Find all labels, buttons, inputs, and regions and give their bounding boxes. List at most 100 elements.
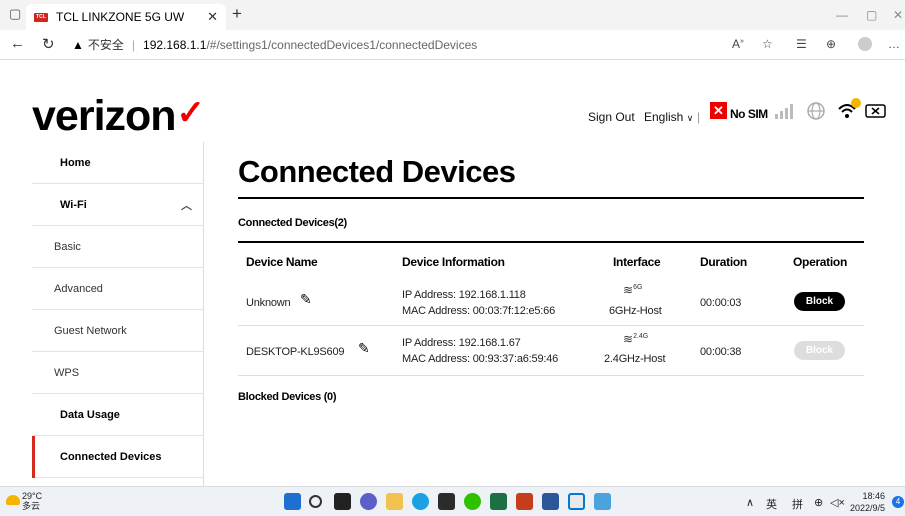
app-icon[interactable] [438, 493, 455, 510]
verizon-logo[interactable]: verizon✓ [32, 92, 205, 141]
favorite-add-icon[interactable]: ☆ [762, 37, 773, 51]
block-button[interactable]: Block [794, 292, 845, 311]
search-icon[interactable] [309, 495, 322, 508]
sidebar-item-label: WPS [54, 366, 80, 379]
restore-icon[interactable]: ▢ [866, 8, 877, 22]
word-icon[interactable] [542, 493, 559, 510]
start-icon[interactable] [284, 493, 301, 510]
chevron-up-icon: ︿ [181, 200, 192, 212]
chevron-down-icon: ∨ [686, 113, 694, 123]
edit-pencil-icon[interactable]: ✎ [300, 291, 312, 308]
edge-icon[interactable] [412, 493, 429, 510]
clock-date: 2022/9/5 [850, 503, 886, 513]
sidebar-item-guest-network[interactable]: Guest Network [32, 310, 204, 352]
tab-actions-icon[interactable]: ▢ [9, 6, 21, 22]
url-host: 192.168.1.1 [143, 37, 207, 52]
device-interface: 2.4GHz-Host [604, 353, 666, 365]
sim-status: No SIM [730, 107, 768, 121]
network-icon[interactable]: ⊕ [814, 496, 823, 509]
sidebar-item-label: Data Usage [60, 408, 120, 421]
profile-avatar[interactable] [858, 37, 872, 51]
window-close-icon[interactable]: ✕ [893, 8, 903, 22]
speaker-icon[interactable]: ◁× [830, 496, 845, 509]
signal-bars-icon [775, 104, 793, 119]
snipping-icon[interactable] [568, 493, 585, 510]
url-field[interactable]: ▲ 不安全 | 192.168.1.1/#/settings1/connecte… [72, 36, 477, 53]
logo-check-icon: ✓ [176, 94, 205, 132]
weather-widget[interactable]: 29°C 多云 [22, 491, 42, 511]
device-ip: IP Address: 192.168.1.118 [402, 289, 526, 301]
photos-icon[interactable] [594, 493, 611, 510]
col-duration: Duration [700, 255, 747, 269]
windows-taskbar: 29°C 多云 ∧ 英 拼 ⊕ ◁× 18:46 2022/9/5 4 [0, 486, 905, 516]
col-device-name: Device Name [246, 255, 318, 269]
tab-close-icon[interactable]: ✕ [207, 9, 218, 25]
insecure-label: 不安全 [87, 38, 124, 52]
back-icon[interactable]: ← [10, 35, 25, 52]
read-aloud-icon[interactable]: A» [732, 37, 744, 51]
browser-tabbar: ▢ TCL TCL LINKZONE 5G UW ✕ + — ▢ ✕ [0, 0, 905, 30]
col-interface: Interface [613, 255, 661, 269]
edit-pencil-icon[interactable]: ✎ [358, 340, 370, 357]
sidebar-item-connected-devices[interactable]: Connected Devices [32, 436, 204, 478]
sidebar: Home Wi-Fi ︿ Basic Advanced Guest Networ… [32, 142, 204, 486]
ime-mode[interactable]: 拼 [792, 496, 803, 512]
sidebar-item-wifi[interactable]: Wi-Fi ︿ [32, 184, 204, 226]
device-ip: IP Address: 192.168.1.67 [402, 337, 521, 349]
page-title: Connected Devices [238, 154, 516, 189]
wifi-icon [838, 98, 861, 118]
device-mac: MAC Address: 00:93:37:a6:59:46 [402, 353, 559, 365]
new-tab-icon[interactable]: + [232, 4, 242, 24]
language-label: English [644, 110, 684, 124]
collections-icon[interactable]: ⊕ [826, 37, 836, 51]
more-menu-icon[interactable]: … [888, 37, 900, 51]
wifi-band-icon: ≋2.4G [623, 332, 649, 346]
sign-out-link[interactable]: Sign Out [588, 110, 635, 124]
connected-devices-heading: Connected Devices(2) [238, 217, 347, 229]
clock-time: 18:46 [862, 491, 886, 501]
device-name: DESKTOP-KL9S609 [246, 346, 345, 358]
tray-chevron-up-icon[interactable]: ∧ [746, 496, 754, 509]
ime-lang[interactable]: 英 [766, 496, 777, 512]
tab-title: TCL LINKZONE 5G UW [56, 10, 185, 24]
sidebar-item-advanced[interactable]: Advanced [32, 268, 204, 310]
task-view-icon[interactable] [334, 493, 351, 510]
globe-icon [807, 102, 825, 120]
refresh-icon[interactable]: ↻ [42, 35, 55, 53]
chat-icon[interactable] [360, 493, 377, 510]
sidebar-item-data-usage[interactable]: Data Usage [32, 394, 204, 436]
minimize-icon[interactable]: — [836, 8, 848, 22]
device-mac: MAC Address: 00:03:7f:12:e5:66 [402, 305, 555, 317]
browser-tab[interactable]: TCL TCL LINKZONE 5G UW ✕ [26, 4, 226, 30]
weather-cloud-icon [6, 495, 20, 505]
title-divider [238, 197, 864, 199]
col-operation: Operation [793, 255, 847, 269]
device-duration: 00:00:38 [700, 346, 742, 358]
sidebar-item-label: Connected Devices [60, 450, 162, 463]
row-divider [238, 375, 864, 376]
sidebar-item-basic[interactable]: Basic [32, 226, 204, 268]
system-clock[interactable]: 18:46 2022/9/5 [850, 490, 885, 514]
active-indicator [32, 436, 35, 478]
logo-text: verizon [32, 92, 177, 140]
row-divider [238, 325, 864, 326]
no-sim-icon: ✕ [710, 102, 727, 119]
powerpoint-icon[interactable] [516, 493, 533, 510]
temperature: 29°C [22, 491, 43, 501]
warning-icon: ▲ [72, 37, 84, 52]
device-interface: 6GHz-Host [609, 305, 662, 317]
sidebar-item-wps[interactable]: WPS [32, 352, 204, 394]
excel-icon[interactable] [490, 493, 507, 510]
sidebar-item-home[interactable]: Home [32, 142, 204, 184]
favorites-icon[interactable]: ☰ [796, 37, 807, 51]
band-badge: 6G [633, 284, 643, 291]
battery-icon [865, 104, 886, 118]
url-separator: | [131, 37, 136, 52]
address-bar: ← ↻ ▲ 不安全 | 192.168.1.1/#/settings1/conn… [0, 30, 905, 60]
file-explorer-icon[interactable] [386, 493, 403, 510]
language-selector[interactable]: English ∨ [644, 110, 693, 124]
wechat-icon[interactable] [464, 493, 481, 510]
weather-desc: 多云 [22, 501, 41, 511]
notification-badge[interactable]: 4 [892, 496, 904, 508]
block-button[interactable]: Block [794, 341, 845, 360]
